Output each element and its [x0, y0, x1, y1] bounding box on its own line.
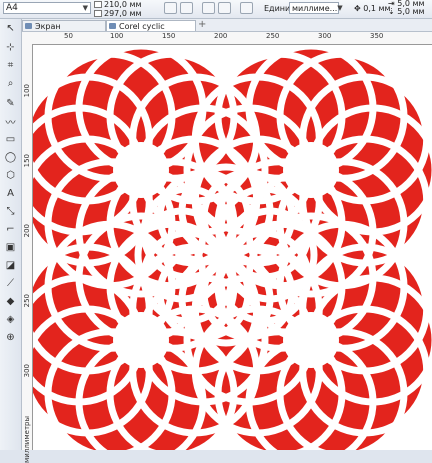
horizontal-ruler: 50 100 150 200 250 300 350 [22, 32, 432, 45]
ruler-tick: 100 [110, 32, 124, 40]
polygon-tool-icon[interactable]: ⬡ [4, 169, 17, 181]
page-height-value: 297,0 мм [104, 8, 142, 18]
ruler-tick: 350 [370, 32, 384, 40]
paper-size-value: A4 [6, 3, 18, 13]
page-height-field[interactable]: 297,0 мм [94, 9, 142, 18]
welcome-icon [25, 23, 32, 29]
ruler-tick: 150 [162, 32, 176, 40]
dup-y-field[interactable]: ⇣ 5,0 мм [388, 8, 425, 16]
pick-tool-icon[interactable]: ↖ [4, 22, 17, 34]
document-icon [109, 23, 116, 29]
crop-tool-icon[interactable]: ⌗ [4, 59, 17, 71]
transparency-tool-icon[interactable]: ◪ [4, 259, 17, 271]
vertical-ruler: 100 150 200 250 300 миллиметры [22, 44, 33, 463]
pattern-centre [283, 142, 339, 198]
drawing-canvas[interactable] [13, 42, 432, 463]
units-select[interactable]: миллиме... ▼ [289, 2, 343, 14]
drop-shadow-icon[interactable]: ▣ [4, 241, 17, 253]
rectangle-tool-icon[interactable]: ▭ [4, 133, 17, 145]
outline-tool-icon[interactable]: ⊕ [4, 331, 17, 343]
ruler-tick: 200 [214, 32, 228, 40]
parallel-dimension-icon[interactable]: ⤡ [4, 205, 17, 217]
nudge-value: 0,1 мм [363, 4, 391, 13]
paper-size-select[interactable]: A4 ▼ [3, 2, 91, 14]
cyclic-pattern-artwork[interactable] [13, 42, 432, 463]
toolbox: ↖ ⊹ ⌗ ⌕ ✎ 〰 ▭ ◯ ⬡ A ⤡ ⌐ ▣ ◪ ⟋ ◆ ◈ ⊕ [0, 19, 22, 450]
ruler-tick: 300 [318, 32, 332, 40]
duplicate-distance: ⇥ 5,0 мм ⇣ 5,0 мм [388, 0, 425, 16]
page-width-value: 210,0 мм [104, 0, 142, 9]
pattern-centre [208, 237, 244, 273]
width-icon [94, 1, 102, 8]
dup-y-icon: ⇣ [388, 7, 395, 16]
new-tab-icon[interactable]: + [198, 20, 206, 30]
ruler-unit-label: миллиметры [23, 416, 31, 463]
dup-y-value: 5,0 мм [397, 7, 425, 16]
chevron-down-icon: ▼ [82, 4, 88, 12]
ruler-tick: 300 [23, 364, 31, 378]
current-page-button[interactable] [218, 2, 231, 14]
ruler-tick: 100 [23, 84, 31, 98]
freehand-tool-icon[interactable]: ✎ [4, 97, 17, 109]
color-eyedropper-icon[interactable]: ⟋ [4, 277, 17, 289]
zoom-tool-icon[interactable]: ⌕ [4, 77, 17, 89]
shape-tool-icon[interactable]: ⊹ [4, 41, 17, 53]
page-options-button[interactable] [240, 2, 253, 14]
ruler-tick: 250 [266, 32, 280, 40]
ruler-tick: 200 [23, 224, 31, 238]
height-icon [94, 10, 102, 17]
page-dimensions: 210,0 мм 297,0 мм [94, 0, 142, 18]
ruler-tick: 250 [23, 294, 31, 308]
page-width-field[interactable]: 210,0 мм [94, 0, 142, 9]
document-tabs: Экран приветствия Corel cyclic patterns … [22, 19, 432, 42]
pattern-centre [113, 312, 169, 368]
property-bar: A4 ▼ 210,0 мм 297,0 мм Единицы: миллиме.… [0, 0, 432, 19]
text-tool-icon[interactable]: A [4, 187, 17, 199]
nudge-icon: ✥ [354, 4, 361, 13]
tab-welcome-screen[interactable]: Экран приветствия [22, 20, 106, 42]
ruler-tick: 150 [23, 154, 31, 168]
tab-document[interactable]: Corel cyclic patterns 2... [106, 20, 196, 42]
smart-fill-icon[interactable]: ◈ [4, 313, 17, 325]
pattern-centre [113, 142, 169, 198]
connector-tool-icon[interactable]: ⌐ [4, 223, 17, 235]
chevron-down-icon: ▼ [337, 4, 343, 12]
pattern-centre [283, 312, 339, 368]
landscape-button[interactable] [180, 2, 193, 14]
ellipse-tool-icon[interactable]: ◯ [4, 151, 17, 163]
ruler-tick: 50 [64, 32, 73, 40]
nudge-distance-field[interactable]: ✥ 0,1 мм [354, 4, 391, 13]
artistic-media-icon[interactable]: 〰 [4, 115, 17, 129]
interactive-fill-icon[interactable]: ◆ [4, 295, 17, 307]
units-value: миллиме... [292, 3, 338, 13]
all-pages-button[interactable] [202, 2, 215, 14]
portrait-button[interactable] [164, 2, 177, 14]
